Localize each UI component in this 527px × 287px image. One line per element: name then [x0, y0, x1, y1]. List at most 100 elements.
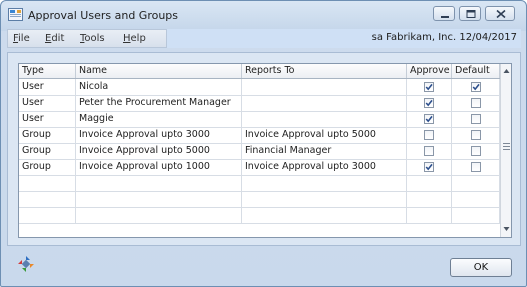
cell-default	[452, 111, 500, 127]
table-row[interactable]: User Nicola	[19, 79, 500, 96]
cell-reports-to[interactable]: Invoice Approval upto 3000	[242, 159, 407, 175]
minimize-icon	[441, 16, 449, 18]
cell-type[interactable]: User	[19, 111, 76, 127]
cell-type[interactable]: User	[19, 95, 76, 111]
scroll-grip-icon	[503, 143, 510, 150]
approve-checkbox[interactable]	[424, 82, 434, 92]
maximize-button[interactable]	[459, 6, 481, 21]
cell-type[interactable]: Group	[19, 127, 76, 143]
minimize-button[interactable]	[433, 6, 455, 21]
approve-checkbox[interactable]	[424, 162, 434, 172]
menu-file[interactable]: File	[13, 33, 30, 44]
approval-grid: Type Name Reports To Approve Default Use…	[18, 63, 512, 238]
content-panel: Type Name Reports To Approve Default Use…	[7, 52, 521, 246]
ok-button[interactable]: OK	[450, 258, 512, 277]
approve-checkbox[interactable]	[424, 98, 434, 108]
cell-approve	[407, 127, 452, 143]
default-checkbox[interactable]	[471, 162, 481, 172]
table-row[interactable]: Group Invoice Approval upto 3000 Invoice A…	[19, 127, 500, 144]
cell-default	[452, 175, 500, 191]
cell-name[interactable]: Peter the Procurement Manager	[76, 95, 242, 111]
cell-name[interactable]: Nicola	[76, 79, 242, 95]
cell-default	[452, 207, 500, 223]
header-default[interactable]: Default	[452, 64, 500, 78]
menu-bar: File Edit Tools Help sa Fabrikam, Inc. 1…	[7, 29, 521, 48]
checkmark-icon	[425, 83, 433, 91]
cell-approve	[407, 207, 452, 223]
cell-reports-to[interactable]	[242, 191, 407, 207]
cell-type[interactable]	[19, 191, 76, 207]
default-checkbox[interactable]	[471, 98, 481, 108]
cell-reports-to[interactable]	[242, 111, 407, 127]
table-row[interactable]	[19, 175, 500, 192]
table-row[interactable]: Group Invoice Approval upto 5000 Financial…	[19, 143, 500, 160]
table-row[interactable]: User Maggie	[19, 111, 500, 128]
session-info-bar: sa Fabrikam, Inc. 12/04/2017	[167, 29, 521, 48]
default-checkbox[interactable]	[471, 82, 481, 92]
table-row[interactable]	[19, 207, 500, 224]
cell-reports-to[interactable]	[242, 175, 407, 191]
vertical-scrollbar[interactable]	[500, 64, 511, 237]
cell-reports-to[interactable]	[242, 79, 407, 95]
cell-type[interactable]: Group	[19, 159, 76, 175]
checkmark-icon	[425, 115, 433, 123]
cell-reports-to[interactable]: Invoice Approval upto 5000	[242, 127, 407, 143]
approve-checkbox[interactable]	[424, 130, 434, 140]
cell-default	[452, 127, 500, 143]
cell-name[interactable]: Invoice Approval upto 1000	[76, 159, 242, 175]
cell-approve	[407, 111, 452, 127]
cell-name[interactable]: Invoice Approval upto 3000	[76, 127, 242, 143]
cell-type[interactable]	[19, 207, 76, 223]
checkmark-icon	[472, 83, 480, 91]
default-checkbox[interactable]	[471, 146, 481, 156]
menu-help[interactable]: Help	[123, 33, 146, 44]
cell-reports-to[interactable]	[242, 95, 407, 111]
checkmark-icon	[425, 163, 433, 171]
header-name[interactable]: Name	[76, 64, 242, 78]
cell-type[interactable]: Group	[19, 143, 76, 159]
header-reports-to[interactable]: Reports To	[242, 64, 407, 78]
cell-reports-to[interactable]	[242, 207, 407, 223]
cell-default	[452, 159, 500, 175]
cell-approve	[407, 79, 452, 95]
dialog-window: Approval Users and Groups File Edit Tool…	[0, 0, 527, 287]
cell-reports-to[interactable]: Financial Manager	[242, 143, 407, 159]
cell-name[interactable]	[76, 191, 242, 207]
default-checkbox[interactable]	[471, 114, 481, 124]
cell-name[interactable]: Maggie	[76, 111, 242, 127]
cell-type[interactable]	[19, 175, 76, 191]
close-icon	[496, 9, 506, 19]
cell-approve	[407, 159, 452, 175]
grid-header: Type Name Reports To Approve Default	[19, 64, 500, 79]
cell-type[interactable]: User	[19, 79, 76, 95]
cell-approve	[407, 191, 452, 207]
session-info: sa Fabrikam, Inc. 12/04/2017	[371, 32, 517, 43]
table-row[interactable]: Group Invoice Approval upto 1000 Invoice A…	[19, 159, 500, 176]
table-row[interactable]: User Peter the Procurement Manager	[19, 95, 500, 112]
cell-name[interactable]	[76, 175, 242, 191]
menu-strip: File Edit Tools Help	[7, 29, 167, 48]
scroll-up-arrow-icon[interactable]	[502, 66, 511, 76]
header-approve[interactable]: Approve	[407, 64, 452, 78]
close-button[interactable]	[485, 6, 515, 21]
cell-name[interactable]	[76, 207, 242, 223]
maximize-icon	[466, 10, 476, 18]
approve-checkbox[interactable]	[424, 146, 434, 156]
window-title: Approval Users and Groups	[28, 9, 179, 22]
cell-default	[452, 191, 500, 207]
default-checkbox[interactable]	[471, 130, 481, 140]
dynamics-logo-icon[interactable]	[17, 255, 35, 273]
cell-approve	[407, 143, 452, 159]
checkmark-icon	[425, 99, 433, 107]
cell-name[interactable]: Invoice Approval upto 5000	[76, 143, 242, 159]
window-app-icon	[8, 8, 23, 21]
header-type[interactable]: Type	[19, 64, 76, 78]
cell-default	[452, 95, 500, 111]
menu-edit[interactable]: Edit	[45, 33, 64, 44]
cell-default	[452, 79, 500, 95]
scroll-down-arrow-icon[interactable]	[502, 224, 511, 234]
table-row[interactable]	[19, 191, 500, 208]
approve-checkbox[interactable]	[424, 114, 434, 124]
menu-tools[interactable]: Tools	[80, 33, 105, 44]
cell-default	[452, 143, 500, 159]
